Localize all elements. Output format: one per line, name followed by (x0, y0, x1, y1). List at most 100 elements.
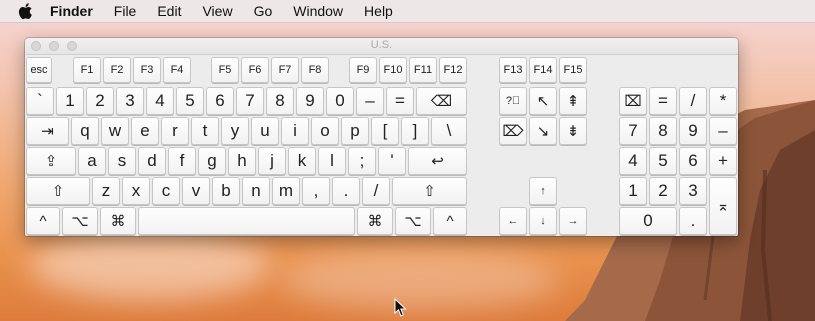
key-left-command[interactable]: ⌘ (100, 207, 136, 235)
arrow-right-icon[interactable]: → (559, 207, 587, 235)
key-right-bracket[interactable]: ] (401, 117, 429, 145)
key-4[interactable]: 4 (146, 87, 174, 115)
key-period[interactable]: . (332, 177, 360, 205)
numpad-1[interactable]: 1 (619, 177, 647, 205)
key-r[interactable]: r (161, 117, 189, 145)
numpad-plus[interactable]: + (709, 147, 737, 175)
numpad-9[interactable]: 9 (679, 117, 707, 145)
end-key-icon[interactable]: ↘ (529, 117, 557, 145)
key-backslash[interactable]: \ (431, 117, 467, 145)
key-n[interactable]: n (242, 177, 270, 205)
key-tab[interactable]: ⇥ (26, 117, 69, 145)
key-f6[interactable]: F6 (241, 57, 269, 83)
key-h[interactable]: h (228, 147, 256, 175)
key-left-control[interactable]: ^ (26, 207, 60, 235)
key-s[interactable]: s (108, 147, 136, 175)
apple-icon[interactable] (18, 2, 34, 20)
menu-help[interactable]: Help (364, 3, 393, 19)
key-f4[interactable]: F4 (163, 57, 191, 83)
key-right-command[interactable]: ⌘ (357, 207, 393, 235)
key-semicolon[interactable]: ; (348, 147, 376, 175)
home-key-icon[interactable]: ↖ (529, 87, 557, 115)
key-f14[interactable]: F14 (529, 57, 557, 83)
menu-finder[interactable]: Finder (50, 3, 93, 19)
key-f1[interactable]: F1 (73, 57, 101, 83)
page-down-key-icon[interactable]: ⇟ (559, 117, 587, 145)
numpad-4[interactable]: 4 (619, 147, 647, 175)
key-f9[interactable]: F9 (349, 57, 377, 83)
key-f3[interactable]: F3 (133, 57, 161, 83)
key-z[interactable]: z (92, 177, 120, 205)
key-1[interactable]: 1 (56, 87, 84, 115)
numpad-3[interactable]: 3 (679, 177, 707, 205)
key-g[interactable]: g (198, 147, 226, 175)
menu-view[interactable]: View (202, 3, 232, 19)
key-backtick[interactable]: ` (26, 87, 54, 115)
numpad-divide[interactable]: / (679, 87, 707, 115)
key-3[interactable]: 3 (116, 87, 144, 115)
key-quote[interactable]: ' (378, 147, 406, 175)
menu-go[interactable]: Go (254, 3, 273, 19)
page-up-key-icon[interactable]: ⇞ (559, 87, 587, 115)
key-j[interactable]: j (258, 147, 286, 175)
key-left-shift[interactable]: ⇧ (26, 177, 90, 205)
key-v[interactable]: v (182, 177, 210, 205)
key-w[interactable]: w (101, 117, 129, 145)
key-t[interactable]: t (191, 117, 219, 145)
key-f8[interactable]: F8 (301, 57, 329, 83)
numpad-6[interactable]: 6 (679, 147, 707, 175)
key-e[interactable]: e (131, 117, 159, 145)
numpad-equals[interactable]: = (649, 87, 677, 115)
menu-edit[interactable]: Edit (157, 3, 181, 19)
key-return[interactable]: ↩ (408, 147, 467, 175)
key-i[interactable]: i (281, 117, 309, 145)
key-f5[interactable]: F5 (211, 57, 239, 83)
key-equals[interactable]: = (386, 87, 414, 115)
key-8[interactable]: 8 (266, 87, 294, 115)
key-left-option[interactable]: ⌥ (62, 207, 98, 235)
key-p[interactable]: p (341, 117, 369, 145)
menu-window[interactable]: Window (293, 3, 343, 19)
key-right-option[interactable]: ⌥ (395, 207, 431, 235)
menu-file[interactable]: File (114, 3, 137, 19)
key-f7[interactable]: F7 (271, 57, 299, 83)
help-key-icon[interactable]: ?⃝ (499, 87, 527, 115)
key-delete[interactable]: ⌫ (416, 87, 467, 115)
key-5[interactable]: 5 (176, 87, 204, 115)
arrow-down-icon[interactable]: ↓ (529, 207, 557, 235)
key-x[interactable]: x (122, 177, 150, 205)
key-o[interactable]: o (311, 117, 339, 145)
key-m[interactable]: m (272, 177, 300, 205)
key-a[interactable]: a (78, 147, 106, 175)
key-f15[interactable]: F15 (559, 57, 587, 83)
key-left-bracket[interactable]: [ (371, 117, 399, 145)
key-slash[interactable]: / (362, 177, 390, 205)
title-bar[interactable]: U.S. (25, 38, 738, 55)
key-0[interactable]: 0 (326, 87, 354, 115)
forward-delete-key-icon[interactable]: ⌦ (499, 117, 527, 145)
arrow-up-icon[interactable]: ↑ (529, 177, 557, 205)
key-right-control[interactable]: ^ (433, 207, 467, 235)
key-q[interactable]: q (71, 117, 99, 145)
key-comma[interactable]: , (302, 177, 330, 205)
key-f12[interactable]: F12 (439, 57, 467, 83)
key-f10[interactable]: F10 (379, 57, 407, 83)
numpad-8[interactable]: 8 (649, 117, 677, 145)
numpad-clear-icon[interactable]: ⌧ (619, 87, 647, 115)
numpad-2[interactable]: 2 (649, 177, 677, 205)
numpad-minus[interactable]: – (709, 117, 737, 145)
key-d[interactable]: d (138, 147, 166, 175)
arrow-left-icon[interactable]: ← (499, 207, 527, 235)
key-esc[interactable]: esc (26, 57, 52, 83)
numpad-multiply[interactable]: * (709, 87, 737, 115)
numpad-7[interactable]: 7 (619, 117, 647, 145)
key-f[interactable]: f (168, 147, 196, 175)
key-b[interactable]: b (212, 177, 240, 205)
key-2[interactable]: 2 (86, 87, 114, 115)
key-7[interactable]: 7 (236, 87, 264, 115)
key-space[interactable] (138, 207, 355, 235)
key-f13[interactable]: F13 (499, 57, 527, 83)
numpad-0[interactable]: 0 (619, 207, 677, 235)
key-k[interactable]: k (288, 147, 316, 175)
key-6[interactable]: 6 (206, 87, 234, 115)
